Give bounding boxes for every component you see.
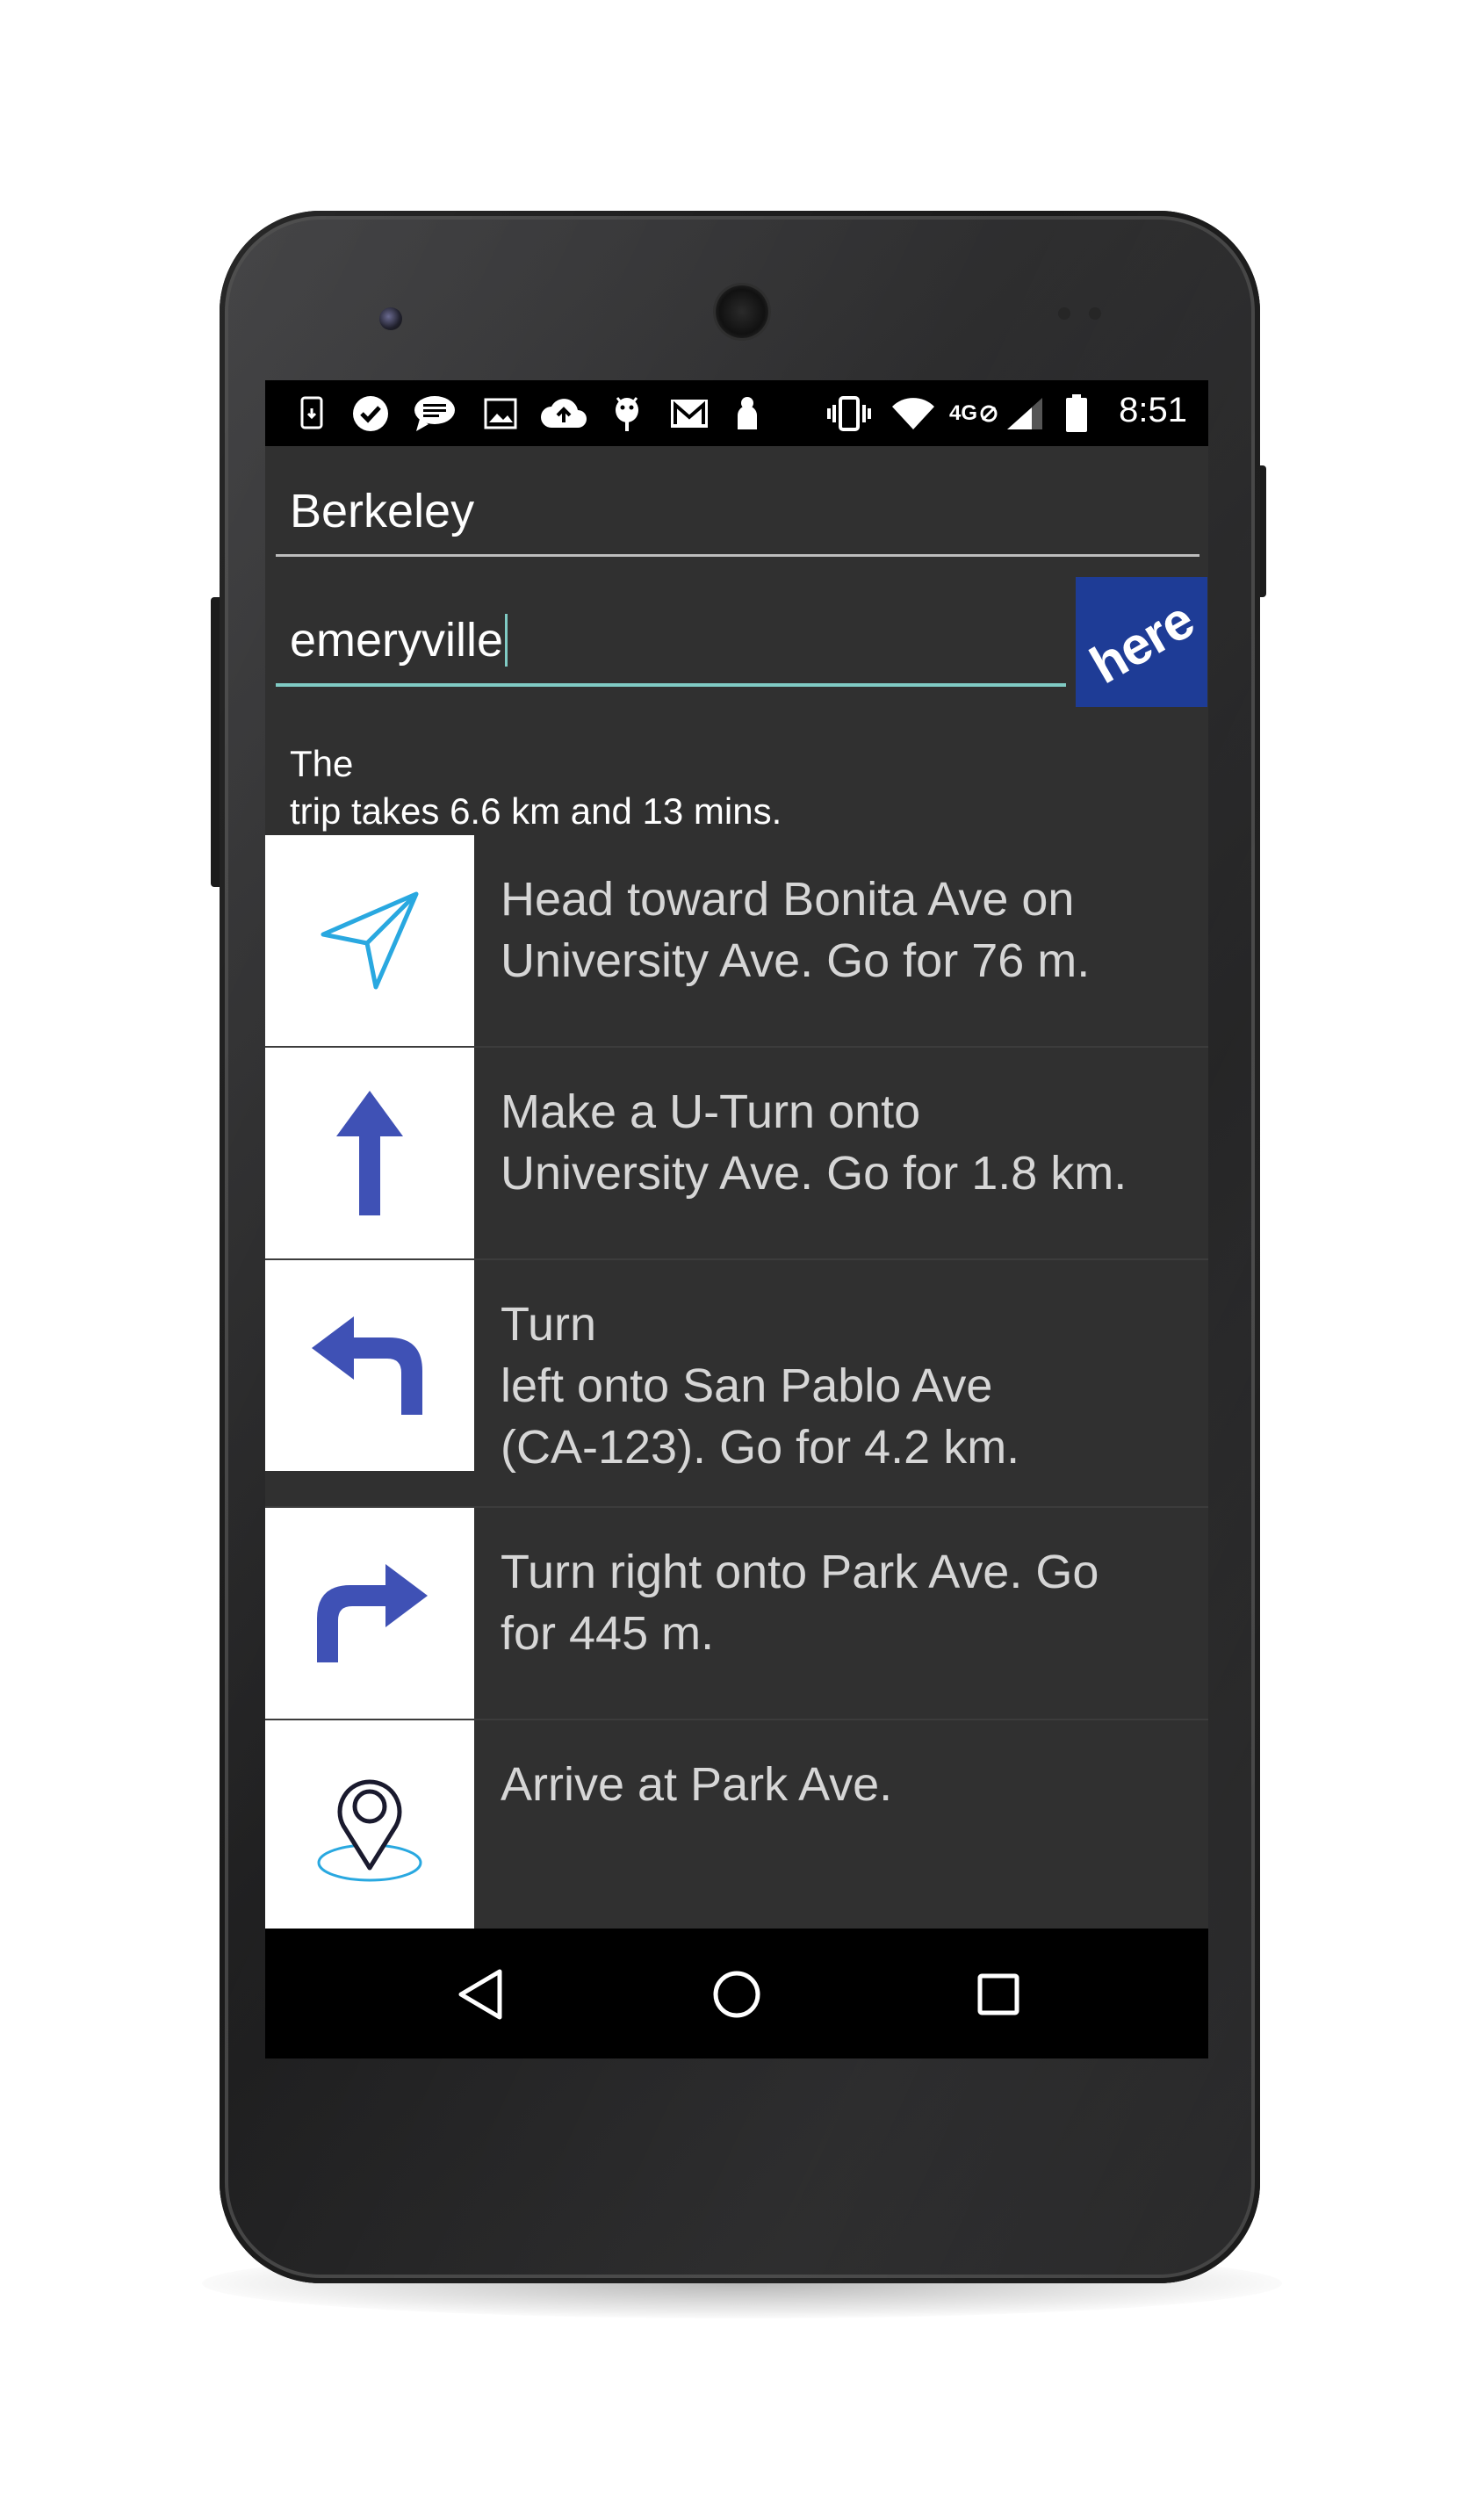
text-cursor	[505, 614, 508, 667]
device-mockup: 4G 8:51 Berkeley emeryville here The tri…	[0, 0, 1484, 2509]
list-item[interactable]: Turn left onto San Pablo Ave (CA-123). G…	[265, 1258, 1208, 1506]
navigation-bar	[265, 1929, 1208, 2058]
maneuver-list[interactable]: Head toward Bonita Ave on University Ave…	[265, 835, 1208, 1931]
proximity-sensor	[1058, 307, 1070, 320]
maneuver-icon-box	[265, 1508, 474, 1719]
earpiece-speaker	[716, 285, 768, 338]
person-icon	[734, 396, 760, 431]
light-sensor	[1089, 307, 1101, 320]
network-4g-icon: 4G	[948, 396, 999, 431]
wifi-icon	[890, 396, 936, 431]
list-item[interactable]: Turn right onto Park Ave. Go for 445 m.	[265, 1506, 1208, 1719]
trip-summary: The trip takes 6.6 km and 13 mins.	[290, 743, 782, 832]
phone-screen: 4G 8:51 Berkeley emeryville here The tri…	[265, 380, 1208, 2058]
destination-pin-icon	[317, 1779, 422, 1882]
signal-icon	[1005, 396, 1045, 431]
maneuver-instruction: Arrive at Park Ave.	[501, 1758, 893, 1811]
maneuver-icon-box	[265, 835, 474, 1046]
origin-input[interactable]: Berkeley	[290, 484, 474, 538]
maneuver-instruction: Make a U-Turn onto University Ave. Go fo…	[501, 1085, 1127, 1200]
maneuver-icon-box	[265, 1720, 474, 1931]
battery-icon	[1064, 394, 1089, 432]
status-bar: 4G 8:51	[265, 380, 1208, 446]
maneuver-instruction: Head toward Bonita Ave on University Ave…	[501, 873, 1091, 987]
maneuver-instruction: Turn left onto San Pablo Ave (CA-123). G…	[501, 1298, 1020, 1474]
image-icon	[483, 396, 518, 431]
home-icon[interactable]	[706, 1964, 767, 2025]
maneuver-icon-box	[265, 1048, 474, 1258]
destination-input-underline	[276, 683, 1066, 687]
chat-bubble-icon	[413, 396, 457, 431]
android-bug-icon	[611, 396, 643, 431]
turn-right-icon	[317, 1564, 428, 1662]
origin-input-underline	[276, 554, 1199, 557]
maneuver-icon-box	[265, 1260, 474, 1471]
here-logo: here	[1080, 589, 1203, 695]
here-route-button[interactable]: here	[1076, 577, 1207, 707]
navigation-arrow-icon	[321, 891, 419, 990]
list-item[interactable]: Make a U-Turn onto University Ave. Go fo…	[265, 1046, 1208, 1258]
back-icon[interactable]	[450, 1964, 511, 2025]
list-item[interactable]: Arrive at Park Ave.	[265, 1719, 1208, 1931]
destination-input[interactable]: emeryville	[290, 613, 508, 667]
network-label: 4G	[948, 401, 977, 425]
cloud-upload-icon	[539, 396, 588, 431]
list-item[interactable]: Head toward Bonita Ave on University Ave…	[265, 835, 1208, 1046]
front-camera	[379, 307, 402, 330]
checkmark-badge-icon	[351, 396, 390, 431]
turn-left-icon	[312, 1316, 422, 1415]
destination-input-value: emeryville	[290, 614, 504, 667]
recents-icon[interactable]	[968, 1964, 1029, 2025]
maneuver-instruction: Turn right onto Park Ave. Go for 445 m.	[501, 1546, 1099, 1660]
mail-icon	[669, 396, 710, 431]
clock: 8:51	[1119, 391, 1187, 429]
straight-arrow-icon	[336, 1091, 403, 1215]
vibrate-icon	[825, 396, 873, 431]
phone-update-icon	[297, 396, 328, 431]
